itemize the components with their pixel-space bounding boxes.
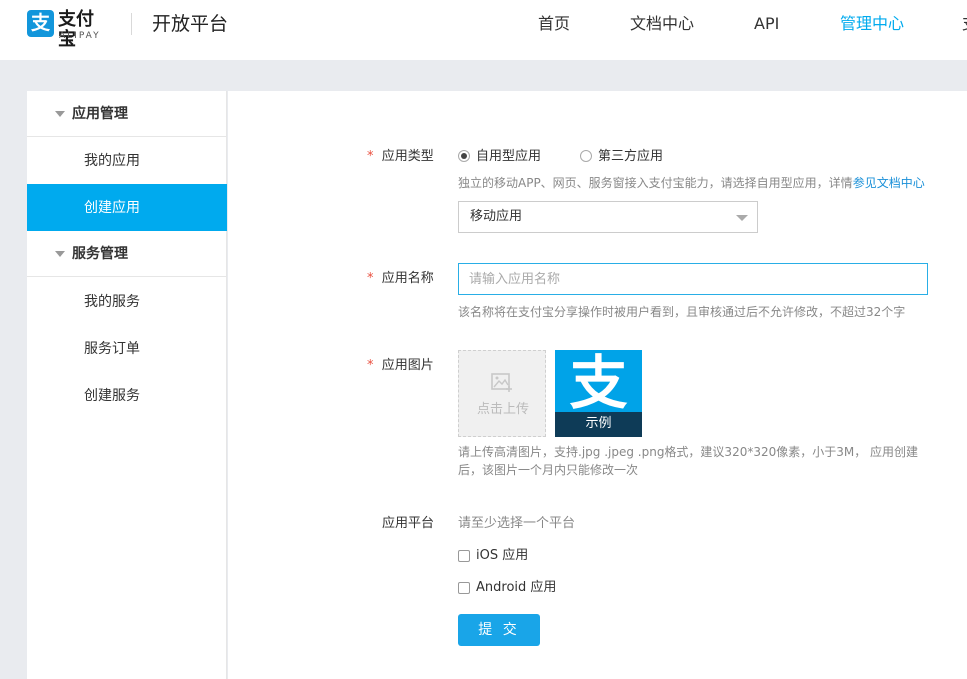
- alipay-example-icon: 支: [569, 350, 628, 417]
- alipay-logo-icon: 支: [27, 10, 54, 37]
- sidebar-group-service-management[interactable]: 服务管理: [27, 231, 227, 277]
- upload-label: 点击上传: [476, 402, 529, 417]
- app-type-label-text: 应用类型: [381, 149, 434, 164]
- nav-overflow-item[interactable]: 支: [962, 14, 967, 34]
- submit-button[interactable]: 提 交: [458, 614, 540, 646]
- app-subtype-select[interactable]: 移动应用: [458, 201, 758, 233]
- app-type-label: * 应用类型: [367, 149, 434, 165]
- caret-down-icon: [55, 111, 65, 117]
- logo-chinese-text: 支付宝: [58, 9, 94, 50]
- app-type-hint-text: 独立的移动APP、网页、服务窗接入支付宝能力，请选择自用型应用，详情: [458, 176, 853, 190]
- nav-management[interactable]: 管理中心: [840, 14, 904, 34]
- sidebar-item-my-services[interactable]: 我的服务: [27, 278, 227, 325]
- platform-label: 应用平台: [382, 516, 435, 531]
- sidebar-item-label: 我的服务: [84, 294, 140, 310]
- required-mark: *: [367, 271, 374, 286]
- checkbox-ios[interactable]: [458, 550, 470, 562]
- chevron-down-icon: [736, 215, 748, 221]
- radio-self-use-app[interactable]: [458, 150, 470, 162]
- checkbox-android-label[interactable]: Android 应用: [476, 580, 556, 596]
- sidebar-item-label: 服务订单: [84, 341, 140, 357]
- required-mark: *: [367, 149, 374, 164]
- sidebar-item-create-service[interactable]: 创建服务: [27, 372, 227, 419]
- sidebar-item-service-orders[interactable]: 服务订单: [27, 325, 227, 372]
- checkbox-android[interactable]: [458, 582, 470, 594]
- app-name-label: * 应用名称: [367, 271, 434, 287]
- nav-docs[interactable]: 文档中心: [630, 14, 694, 34]
- app-name-input[interactable]: [458, 263, 928, 295]
- app-image-hint-line1: 请上传高清图片，支持.jpg .jpeg .png格式，建议320*320像素，…: [458, 445, 919, 459]
- nav-home[interactable]: 首页: [538, 14, 570, 34]
- docs-center-link[interactable]: 参见文档中心: [853, 176, 925, 190]
- sidebar-item-create-app[interactable]: 创建应用: [27, 184, 227, 231]
- sidebar-group-label: 服务管理: [72, 246, 128, 262]
- sidebar-group-app-management[interactable]: 应用管理: [27, 91, 227, 137]
- sidebar-item-my-apps[interactable]: 我的应用: [27, 137, 227, 184]
- radio-self-use-app-label[interactable]: 自用型应用: [476, 149, 541, 165]
- sidebar-item-label: 创建服务: [84, 388, 140, 404]
- app-name-label-text: 应用名称: [381, 271, 434, 286]
- example-caption: 示例: [585, 416, 612, 431]
- app-type-hint: 独立的移动APP、网页、服务窗接入支付宝能力，请选择自用型应用，详情参见文档中心: [458, 174, 925, 192]
- platform-hint: 请至少选择一个平台: [458, 516, 576, 531]
- app-name-hint: 该名称将在支付宝分享操作时被用户看到，且审核通过后不允许修改，不超过32个字: [458, 305, 906, 319]
- sidebar-item-label: 创建应用: [84, 200, 140, 216]
- sidebar-item-label: 我的应用: [84, 153, 140, 169]
- app-image-label-text: 应用图片: [381, 358, 434, 373]
- app-image-hint-line2: 后，该图片一个月内只能修改一次: [458, 463, 639, 477]
- checkbox-ios-label[interactable]: iOS 应用: [476, 548, 528, 564]
- nav-api[interactable]: API: [754, 14, 779, 34]
- sidebar: 应用管理 我的应用 创建应用 服务管理 我的服务 服务订单 创建服务: [27, 91, 227, 679]
- app-image-label: * 应用图片: [367, 358, 434, 374]
- create-app-form: * 应用类型 自用型应用 第三方应用 独立的移动APP、网页、服务窗接入支付宝能…: [228, 91, 967, 679]
- header-divider: [131, 13, 132, 35]
- site-title: 开放平台: [152, 13, 229, 35]
- alipay-logo[interactable]: 支 支付宝 ALIPAY: [27, 10, 110, 50]
- required-mark: *: [367, 358, 374, 373]
- sidebar-group-label: 应用管理: [72, 106, 128, 122]
- app-subtype-select-value: 移动应用: [470, 209, 523, 224]
- caret-down-icon: [55, 251, 65, 257]
- logo-english-text: ALIPAY: [59, 31, 101, 41]
- top-header: 支 支付宝 ALIPAY 开放平台 首页 文档中心 API 管理中心 支: [0, 0, 967, 60]
- example-image: 支 示例: [555, 350, 642, 437]
- radio-third-party-app[interactable]: [580, 150, 592, 162]
- radio-third-party-app-label[interactable]: 第三方应用: [598, 149, 663, 165]
- image-upload-button[interactable]: 点击上传: [458, 350, 546, 437]
- image-upload-icon: [491, 373, 512, 392]
